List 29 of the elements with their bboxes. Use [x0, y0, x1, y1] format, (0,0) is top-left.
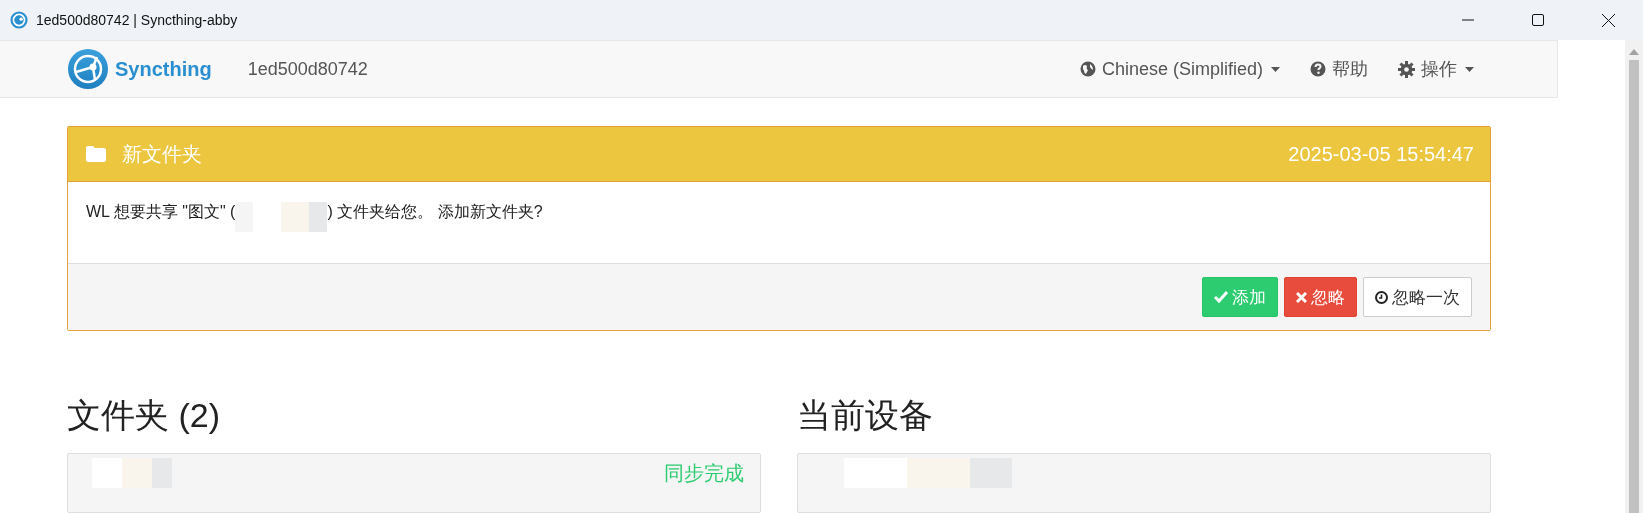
help-icon	[1310, 61, 1326, 77]
language-menu[interactable]: Chinese (Simplified)	[1064, 49, 1295, 89]
device-panel[interactable]	[797, 453, 1491, 513]
section-heading: 当前设备	[797, 395, 934, 435]
globe-icon	[1079, 61, 1096, 77]
syncthing-logo-icon	[67, 48, 109, 90]
notice-time: 2025-03-05 15:54:47	[1288, 142, 1474, 166]
scrollbar-thumb[interactable]	[1629, 60, 1639, 513]
check-icon	[1214, 291, 1228, 303]
ignore-button[interactable]: 忽略	[1284, 277, 1357, 317]
folder-icon	[86, 146, 106, 162]
actions-menu[interactable]: 操作	[1383, 49, 1489, 89]
maximize-icon	[1532, 14, 1544, 26]
notice-message: ) 文件夹给您。 添加新文件夹?	[327, 202, 543, 222]
clock-icon	[1375, 290, 1388, 304]
close-icon	[1601, 13, 1615, 27]
ignore-once-button[interactable]: 忽略一次	[1363, 277, 1472, 317]
app-icon	[10, 11, 28, 29]
folder-status: 同步完成	[664, 460, 744, 486]
window-title: 1ed500d80742 | Syncthing-abby	[36, 12, 238, 28]
notice-title: 新文件夹	[122, 141, 202, 167]
notice-message: WL 想要共享 "图文" (	[86, 202, 236, 222]
scroll-up-icon[interactable]	[1629, 48, 1639, 56]
brand-name: Syncthing	[115, 57, 212, 81]
close-icon	[1296, 291, 1307, 303]
help-link[interactable]: 帮助	[1295, 49, 1383, 89]
settings-icon	[1398, 60, 1415, 78]
section-heading: 文件夹 (2)	[67, 395, 221, 435]
device-id: 1ed500d80742	[247, 58, 368, 80]
